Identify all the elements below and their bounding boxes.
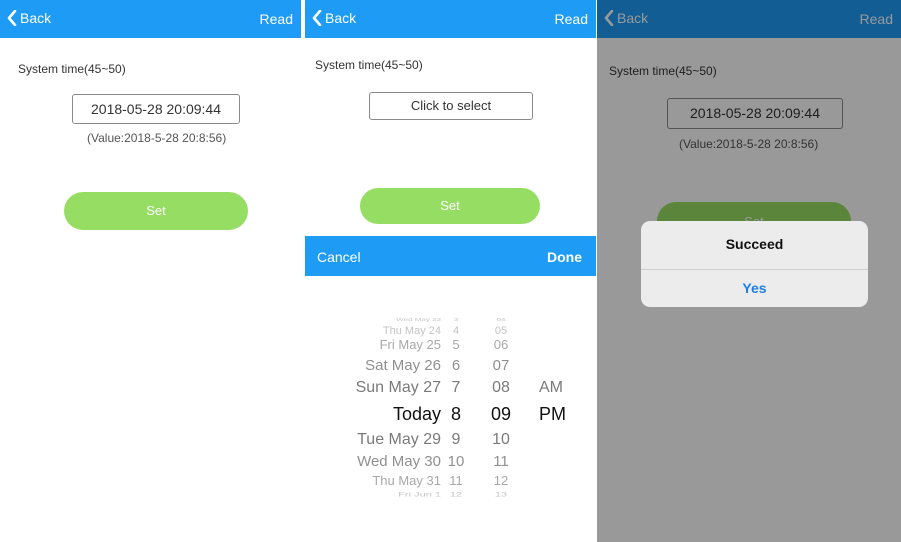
wheel-minute: 11 — [493, 453, 509, 470]
screen-time-picker: Back Read System time(45~50) Click to se… — [305, 0, 596, 542]
wheel-hour: 6 — [451, 357, 461, 374]
wheel-row[interactable]: Sat May 26 6 07 — [305, 356, 596, 376]
wheel-hour: 9 — [451, 431, 461, 448]
read-button[interactable]: Read — [555, 11, 588, 27]
wheel-row[interactable]: Fri Jun 1 12 13 — [305, 491, 596, 499]
wheel-row[interactable]: Sun May 27 7 08 AM — [305, 377, 596, 399]
picker-cancel-button[interactable]: Cancel — [317, 249, 361, 265]
wheel-date: Wed May 23 — [396, 317, 441, 323]
wheel-minute: 07 — [492, 357, 510, 374]
time-select-field[interactable]: Click to select — [369, 92, 533, 120]
wheel-minute: 04 — [496, 317, 506, 323]
wheel-hour: 3 — [453, 317, 459, 323]
wheel-row[interactable]: Wed May 23 3 04 — [305, 317, 596, 323]
dialog-title: Succeed — [725, 236, 784, 252]
back-label: Back — [325, 10, 357, 26]
back-label: Back — [20, 10, 52, 26]
wheel-date: Wed May 30 — [357, 453, 441, 470]
picker-done-button[interactable]: Done — [547, 249, 582, 265]
screen-success-dialog: Back Read System time(45~50) 2018-05-28 … — [597, 0, 901, 542]
system-time-label: System time(45~50) — [18, 62, 126, 76]
date-time-wheel[interactable]: Wed May 23 3 04 Thu May 24 4 05 Fri May 25 5 06 S… — [305, 276, 596, 542]
wheel-row[interactable]: Tue May 29 9 10 — [305, 429, 596, 451]
wheel-ampm: AM — [539, 379, 563, 396]
back-button[interactable]: Back — [6, 10, 51, 26]
set-button[interactable]: Set — [360, 188, 540, 224]
time-field[interactable]: 2018-05-28 20:09:44 — [72, 94, 240, 124]
wheel-date: Sun May 27 — [355, 379, 441, 396]
wheel-minute: 08 — [492, 379, 510, 396]
wheel-hour: 8 — [450, 404, 461, 424]
wheel-date: Fri Jun 1 — [398, 491, 441, 499]
wheel-hour: 7 — [451, 379, 461, 396]
wheel-minute: 06 — [493, 337, 509, 352]
chevron-left-icon — [312, 10, 322, 26]
wheel-row[interactable]: Fri May 25 5 06 — [305, 336, 596, 354]
wheel-minute: 10 — [492, 431, 510, 448]
wheel-minute: 09 — [490, 404, 512, 424]
wheel-hour: 5 — [452, 337, 460, 352]
wheel-date: Tue May 29 — [357, 431, 441, 448]
wheel-date: Today — [392, 404, 441, 424]
wheel-minute: 13 — [494, 491, 508, 499]
wheel-minute: 12 — [493, 473, 509, 488]
back-button[interactable]: Back — [311, 10, 356, 26]
wheel-hour: 10 — [447, 453, 465, 470]
system-time-label: System time(45~50) — [315, 58, 423, 72]
wheel-ampm: PM — [539, 404, 566, 424]
screen-system-time: Back Read System time(45~50) 2018-05-28 … — [0, 0, 301, 542]
current-value-note: (Value:2018-5-28 20:8:56) — [87, 131, 227, 145]
wheel-date: Sat May 26 — [365, 357, 441, 374]
wheel-row[interactable]: Thu May 31 11 12 — [305, 472, 596, 490]
nav-bar: Back Read — [0, 0, 301, 38]
dialog-yes-button[interactable]: Yes — [641, 270, 868, 307]
read-button[interactable]: Read — [260, 11, 293, 27]
wheel-date: Fri May 25 — [379, 337, 441, 352]
set-button[interactable]: Set — [64, 192, 248, 230]
wheel-date: Thu May 31 — [372, 473, 441, 488]
picker-toolbar: Cancel Done — [305, 236, 596, 276]
success-dialog: Succeed Yes — [641, 221, 868, 307]
wheel-row[interactable]: Wed May 30 10 11 — [305, 452, 596, 472]
chevron-left-icon — [7, 10, 17, 26]
wheel-hour: 12 — [449, 491, 463, 499]
wheel-row-selected[interactable]: Today 8 09 PM — [305, 402, 596, 426]
nav-bar: Back Read — [305, 0, 596, 38]
wheel-hour: 11 — [449, 473, 463, 488]
